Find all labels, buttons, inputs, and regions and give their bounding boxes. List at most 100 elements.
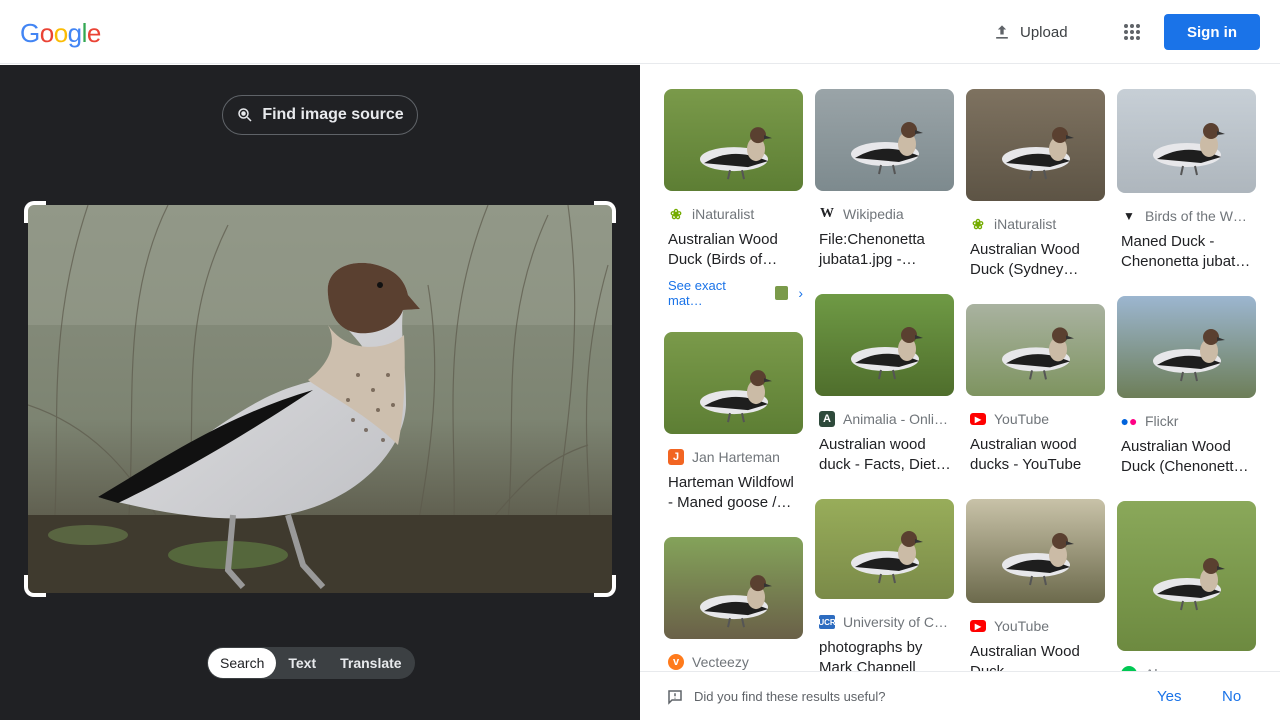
top-bar: Google Upload Sign in [0,0,1280,64]
crop-handle-bottom-left[interactable] [24,575,46,597]
results-column: ▼ Birds of the W… Maned Duck - Chenonett… [1117,89,1256,720]
result-card[interactable]: ❀ iNaturalist Australian Wood Duck (Bird… [664,89,803,308]
ucr-favicon-icon: UCR [818,614,836,630]
see-exact-matches-label: See exact mat… [668,278,726,308]
result-source-name: iNaturalist [994,216,1057,232]
result-card[interactable]: W Wikipedia File:Chenonetta jubata1.jpg … [815,89,954,270]
result-source[interactable]: ▼ Birds of the W… [1117,206,1256,226]
result-title[interactable]: Harteman Wildfowl - Maned goose /… [664,473,803,513]
result-title[interactable]: Australian wood ducks - YouTube [966,435,1105,475]
mode-tab-text[interactable]: Text [276,648,328,678]
upload-button[interactable]: Upload [992,20,1068,44]
upload-icon [996,25,1008,39]
result-thumbnail[interactable] [664,537,803,639]
result-card[interactable]: ▶ YouTube Australian wood ducks - YouTub… [966,304,1105,475]
query-image-panel: Find image source Search Text Translate [0,65,640,720]
results-column: ❀ iNaturalist Australian Wood Duck (Bird… [664,89,803,720]
lens-search-icon [238,108,252,122]
result-card[interactable]: J Jan Harteman Harteman Wildfowl - Maned… [664,332,803,513]
birds-favicon-icon: ▼ [1123,209,1135,223]
result-source[interactable]: ●● Flickr [1117,411,1256,431]
chevron-right-icon: › [798,285,803,301]
result-source-name: Flickr [1145,413,1179,429]
crop-handle-bottom-right[interactable] [594,575,616,597]
result-title[interactable]: Australian Wood Duck (Birds of… [664,230,803,270]
result-thumbnail[interactable] [1117,89,1256,193]
result-card[interactable]: ▶ YouTube Australian Wood Duck (Chenonet… [966,499,1105,682]
crop-handle-top-right[interactable] [594,201,616,223]
results-column: ❀ iNaturalist Australian Wood Duck (Sydn… [966,89,1105,706]
result-thumbnail[interactable] [966,499,1105,603]
result-thumbnail[interactable] [966,89,1105,201]
vecteezy-favicon-icon: v [668,654,684,670]
see-exact-matches-link[interactable]: See exact mat… › [664,278,803,308]
result-thumbnail[interactable] [1117,501,1256,651]
inaturalist-favicon-icon: ❀ [670,205,682,222]
logo-letter: g [67,18,82,48]
query-photo [28,205,612,593]
result-thumbnail[interactable] [664,89,803,191]
wikipedia-favicon-icon: W [820,206,834,221]
result-title[interactable]: Australian wood duck - Facts, Diet… [815,435,954,475]
youtube-favicon-icon: ▶ [970,618,986,634]
feedback-question: Did you find these results useful? [694,688,886,704]
result-source-name: University of C… [843,614,949,630]
result-source[interactable]: ▶ YouTube [966,616,1105,636]
result-card[interactable]: ❀ iNaturalist Australian Wood Duck (Sydn… [966,89,1105,280]
mode-tab-translate[interactable]: Translate [328,648,413,678]
result-thumbnail[interactable] [815,89,954,191]
result-title[interactable]: Australian Wood Duck (Chenonett… [1117,437,1256,477]
crop-handle-top-left[interactable] [24,201,46,223]
upload-label: Upload [1020,23,1068,41]
logo-letter: o [39,18,54,48]
result-card[interactable]: A Animalia - Onli… Australian wood duck … [815,294,954,475]
sign-in-button[interactable]: Sign in [1164,14,1260,50]
result-title[interactable]: Australian Wood Duck (Sydney… [966,240,1105,280]
find-image-source-button[interactable]: Find image source [222,95,418,135]
result-source-name: Birds of the W… [1145,208,1247,224]
result-thumbnail[interactable] [1117,296,1256,398]
flickr-favicon-icon: ●● [1120,413,1138,429]
animalia-favicon-icon: A [819,411,835,427]
mode-tab-search[interactable]: Search [208,648,277,678]
result-title[interactable]: Maned Duck - Chenonetta jubat… [1117,232,1256,272]
feedback-bar: Did you find these results useful? Yes N… [640,671,1280,720]
result-thumbnail[interactable] [815,499,954,599]
result-source[interactable]: A Animalia - Onli… [815,409,954,429]
result-thumbnail[interactable] [664,332,803,434]
result-source[interactable]: UCR University of C… [815,612,954,632]
result-source[interactable]: ❀ iNaturalist [966,214,1105,234]
logo-letter: G [20,18,40,48]
results-panel: ❀ iNaturalist Australian Wood Duck (Bird… [640,65,1280,720]
result-source-name: YouTube [994,411,1050,427]
result-source-name: Jan Harteman [692,449,780,465]
logo-letter: e [86,18,101,48]
feedback-yes-button[interactable]: Yes [1157,688,1181,705]
result-thumbnail[interactable] [815,294,954,396]
result-source[interactable]: ▶ YouTube [966,409,1105,429]
mode-switcher: Search Text Translate [207,647,415,679]
result-card[interactable]: UCR University of C… photographs by Mark… [815,499,954,678]
feedback-no-button[interactable]: No [1222,688,1241,705]
result-source[interactable]: J Jan Harteman [664,447,803,467]
google-logo[interactable]: Google [20,18,101,49]
crop-region[interactable] [24,201,616,597]
result-source-name: YouTube [994,618,1050,634]
feedback-icon [668,690,682,705]
apps-grid-icon[interactable] [1120,20,1144,44]
result-source[interactable]: W Wikipedia [815,204,954,224]
result-source-name: Wikipedia [843,206,904,222]
result-source-name: iNaturalist [692,206,755,222]
result-source-name: Vecteezy [692,654,749,670]
result-source[interactable]: ❀ iNaturalist [664,204,803,224]
result-source[interactable]: v Vecteezy [664,652,803,672]
youtube-favicon-icon: ▶ [970,411,986,427]
result-card[interactable]: ▼ Birds of the W… Maned Duck - Chenonett… [1117,89,1256,272]
results-column: W Wikipedia File:Chenonetta jubata1.jpg … [815,89,954,702]
result-card[interactable]: ●● Flickr Australian Wood Duck (Chenonet… [1117,296,1256,477]
exact-match-thumb-icon [774,286,789,300]
find-image-source-label: Find image source [262,106,404,123]
result-thumbnail[interactable] [966,304,1105,396]
logo-letter: o [53,18,68,48]
result-title[interactable]: File:Chenonetta jubata1.jpg -… [815,230,954,270]
